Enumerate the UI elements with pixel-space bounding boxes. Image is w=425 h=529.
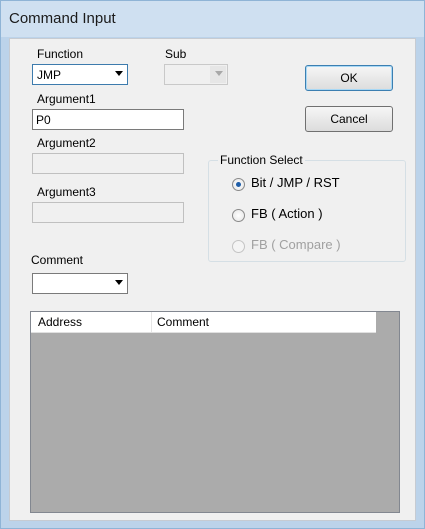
function-combo[interactable]: JMP: [32, 64, 128, 85]
chevron-down-icon: [115, 71, 123, 76]
radio-fb-action[interactable]: [232, 209, 245, 222]
sub-label: Sub: [165, 47, 187, 61]
radio-bit-jmp-rst-label[interactable]: Bit / JMP / RST: [251, 175, 340, 190]
chevron-down-icon: [215, 71, 223, 76]
radio-fb-compare[interactable]: [232, 240, 245, 253]
chevron-down-icon: [115, 280, 123, 285]
cancel-button[interactable]: Cancel: [305, 106, 393, 132]
address-comment-list[interactable]: Address Comment: [30, 311, 400, 513]
argument1-input[interactable]: P0: [32, 109, 184, 130]
column-divider[interactable]: [151, 312, 152, 332]
column-header-comment[interactable]: Comment: [157, 315, 209, 329]
function-select-title: Function Select: [218, 153, 305, 167]
argument1-value: P0: [36, 113, 51, 127]
argument2-label: Argument2: [37, 136, 96, 150]
column-header-address[interactable]: Address: [38, 315, 82, 329]
function-value: JMP: [37, 68, 61, 82]
argument2-input[interactable]: [32, 153, 184, 174]
dialog-client-area: Function JMP Sub OK Cancel Argument1 P0 …: [9, 38, 416, 521]
argument3-input[interactable]: [32, 202, 184, 223]
ok-button[interactable]: OK: [305, 65, 393, 91]
comment-label: Comment: [31, 253, 84, 267]
title-bar[interactable]: Command Input: [1, 1, 424, 37]
command-input-window: Command Input Function JMP Sub OK Cancel…: [0, 0, 425, 529]
list-header: Address Comment: [31, 312, 376, 333]
argument3-label: Argument3: [37, 185, 96, 199]
comment-combo[interactable]: [32, 273, 128, 294]
radio-fb-compare-label: FB ( Compare ): [251, 237, 341, 252]
argument1-label: Argument1: [37, 92, 96, 106]
window-title: Command Input: [9, 10, 116, 27]
sub-combo[interactable]: [164, 64, 228, 85]
function-label: Function: [37, 47, 84, 61]
radio-fb-action-label[interactable]: FB ( Action ): [251, 206, 323, 221]
radio-bit-jmp-rst[interactable]: [232, 178, 245, 191]
